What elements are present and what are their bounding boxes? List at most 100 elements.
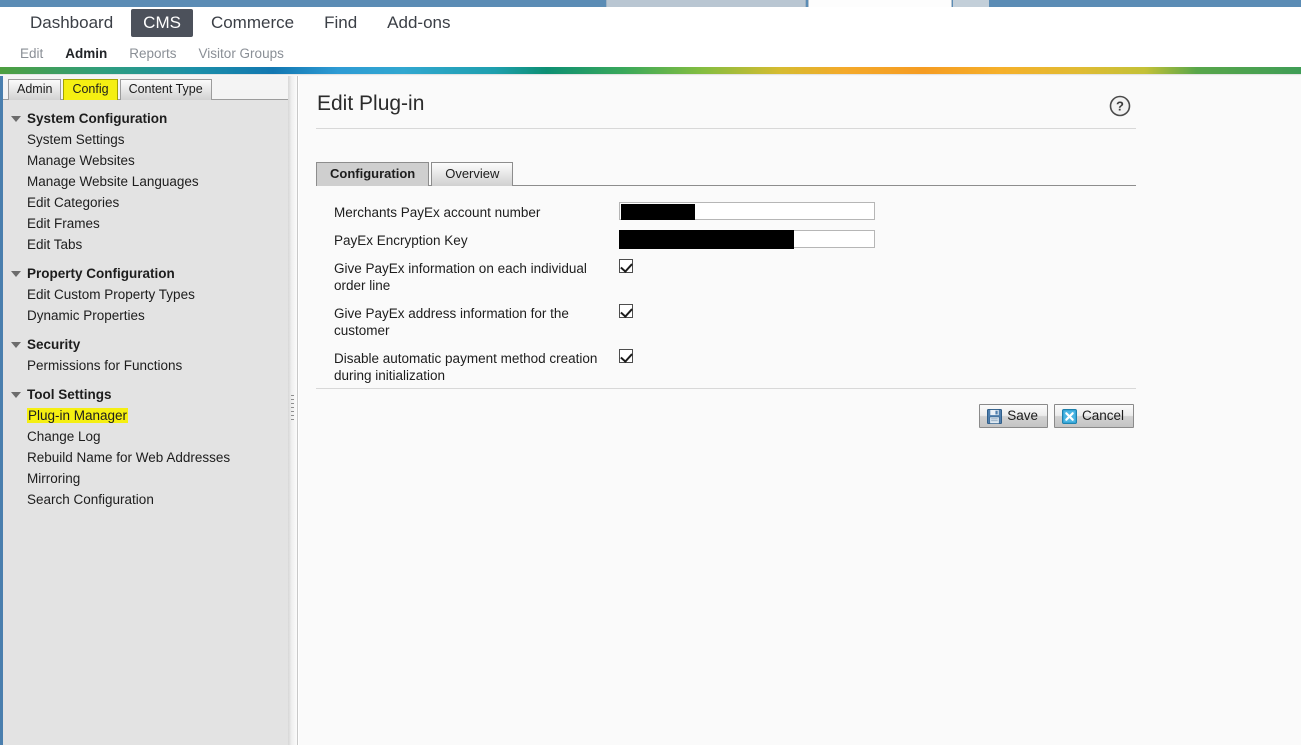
- browser-tab-active[interactable]: [808, 0, 952, 7]
- sidebar-item-edit-categories[interactable]: Edit Categories: [3, 192, 288, 213]
- help-icon[interactable]: ?: [1109, 95, 1131, 117]
- tree-group-spacer: [3, 326, 288, 334]
- sidebar-item-mirroring[interactable]: Mirroring: [3, 468, 288, 489]
- content-tab-bar: Configuration Overview: [316, 162, 1136, 186]
- browser-tab-inactive-left[interactable]: [606, 0, 806, 7]
- blue-x-icon: [1061, 408, 1077, 424]
- text-input-payex-encryption-key[interactable]: [619, 230, 875, 249]
- form-row: Disable automatic payment method creatio…: [299, 348, 1139, 384]
- sidebar-tab-admin[interactable]: Admin: [8, 79, 62, 100]
- sidebar-item-label: Edit Custom Property Types: [27, 287, 195, 302]
- checkbox-give-payex-address-information-for-the-c[interactable]: [619, 304, 633, 318]
- page-title: Edit Plug-in: [317, 92, 425, 115]
- tab-configuration[interactable]: Configuration: [316, 162, 430, 186]
- sidebar-item-plug-in-manager[interactable]: Plug-in Manager: [3, 405, 288, 426]
- sidebar-item-search-configuration[interactable]: Search Configuration: [3, 489, 288, 510]
- sidebar-item-label: Change Log: [27, 429, 101, 444]
- field-control: [619, 348, 1139, 363]
- redaction-bar: [619, 230, 794, 249]
- plugin-configuration-form: Merchants PayEx account number PayEx Encr…: [299, 202, 1139, 393]
- secondary-navigation-bar: Edit Admin Reports Visitor Groups: [0, 40, 1301, 67]
- sidebar-item-label: System Settings: [27, 132, 125, 147]
- sidebar-item-label: Edit Tabs: [27, 237, 83, 252]
- checkbox-give-payex-information-on-each-individua[interactable]: [619, 259, 633, 273]
- tree-group-tool-settings[interactable]: Tool Settings: [3, 384, 288, 405]
- sidebar-item-label: Permissions for Functions: [27, 358, 183, 373]
- splitter-grip-icon: [291, 395, 294, 423]
- topnav-item-cms[interactable]: CMS: [131, 9, 193, 37]
- sidebar-tree: System Configuration System Settings Manag…: [3, 100, 288, 510]
- tree-group-spacer: [3, 376, 288, 384]
- sidebar-item-edit-frames[interactable]: Edit Frames: [3, 213, 288, 234]
- tree-group-label: Security: [27, 337, 81, 352]
- sidebar-item-label: Rebuild Name for Web Addresses: [27, 450, 231, 465]
- sidebar-item-manage-websites[interactable]: Manage Websites: [3, 150, 288, 171]
- field-label-disable-automatic-payment-method-creatio: Disable automatic payment method creatio…: [334, 351, 598, 383]
- sidebar-item-edit-custom-property-types[interactable]: Edit Custom Property Types: [3, 284, 288, 305]
- sidebar-item-label: Manage Website Languages: [27, 174, 199, 189]
- caret-down-icon: [11, 270, 21, 277]
- field-control: [619, 258, 1139, 273]
- caret-down-icon: [11, 115, 21, 122]
- redaction-bar: [621, 204, 695, 220]
- sidebar-item-permissions-for-functions[interactable]: Permissions for Functions: [3, 355, 288, 376]
- tree-group-label: Property Configuration: [27, 266, 175, 281]
- caret-down-icon: [11, 341, 21, 348]
- form-row: PayEx Encryption Key: [299, 230, 1139, 249]
- subnav-item-visitor-groups[interactable]: Visitor Groups: [199, 46, 284, 61]
- field-label-give-payex-information-on-each-individua: Give PayEx information on each individua…: [334, 261, 587, 293]
- topnav-item-find[interactable]: Find: [312, 9, 369, 37]
- field-control: [619, 202, 1139, 220]
- sidebar-item-change-log[interactable]: Change Log: [3, 426, 288, 447]
- application-window: Dashboard CMS Commerce Find Add-ons Edit Admi…: [0, 0, 1301, 745]
- sidebar-item-edit-tabs[interactable]: Edit Tabs: [3, 234, 288, 255]
- tree-group-property-configuration[interactable]: Property Configuration: [3, 263, 288, 284]
- tree-group-spacer: [3, 255, 288, 263]
- save-button-label: Save: [1007, 408, 1038, 423]
- subnav-item-reports[interactable]: Reports: [129, 46, 176, 61]
- sidebar-item-label: Manage Websites: [27, 153, 135, 168]
- sidebar-item-system-settings[interactable]: System Settings: [3, 129, 288, 150]
- tree-group-security[interactable]: Security: [3, 334, 288, 355]
- tab-overview[interactable]: Overview: [431, 162, 514, 186]
- form-row: Give PayEx address information for the c…: [299, 303, 1139, 339]
- floppy-disk-icon: [987, 408, 1003, 424]
- sidebar-item-rebuild-name-for-web-addresses[interactable]: Rebuild Name for Web Addresses: [3, 447, 288, 468]
- main-content-panel: Edit Plug-in ? Configuration Overview Mer…: [299, 76, 1301, 745]
- tree-group-system-configuration[interactable]: System Configuration: [3, 108, 288, 129]
- checkbox-disable-automatic-payment-method-creatio[interactable]: [619, 349, 633, 363]
- tree-group-label: Tool Settings: [27, 387, 112, 402]
- cancel-button-label: Cancel: [1081, 408, 1124, 423]
- cancel-button[interactable]: Cancel: [1053, 404, 1134, 428]
- topnav-item-commerce[interactable]: Commerce: [199, 9, 306, 37]
- browser-tab-inactive-right[interactable]: [953, 0, 989, 7]
- save-button[interactable]: Save: [979, 404, 1048, 428]
- subnav-item-admin[interactable]: Admin: [65, 46, 107, 61]
- tree-group-label: System Configuration: [27, 111, 168, 126]
- panel-splitter[interactable]: [288, 76, 298, 745]
- global-navigation-bar: Dashboard CMS Commerce Find Add-ons: [0, 7, 1301, 39]
- sidebar-tab-content-type[interactable]: Content Type: [119, 79, 212, 100]
- sidebar-item-label: Edit Categories: [27, 195, 120, 210]
- field-label-payex-encryption-key: PayEx Encryption Key: [334, 233, 468, 248]
- sidebar-item-label: Search Configuration: [27, 492, 154, 507]
- form-row: Merchants PayEx account number: [299, 202, 1139, 221]
- sidebar-item-label: Dynamic Properties: [27, 308, 145, 323]
- field-label-merchants-payex-account-number: Merchants PayEx account number: [334, 205, 541, 220]
- text-input-merchants-payex-account-number[interactable]: [619, 202, 875, 220]
- sidebar-item-manage-website-languages[interactable]: Manage Website Languages: [3, 171, 288, 192]
- form-action-buttons: Save Cancel: [979, 404, 1134, 428]
- title-divider: [316, 128, 1136, 129]
- sidebar-tab-strip: Admin Config Content Type: [3, 76, 288, 100]
- subnav-item-edit[interactable]: Edit: [20, 46, 43, 61]
- topnav-item-add-ons[interactable]: Add-ons: [375, 9, 462, 37]
- caret-down-icon: [11, 391, 21, 398]
- field-label-give-payex-address-information-for-the-c: Give PayEx address information for the c…: [334, 306, 569, 338]
- form-footer-divider: [316, 388, 1136, 389]
- svg-text:?: ?: [1116, 99, 1124, 114]
- sidebar-item-dynamic-properties[interactable]: Dynamic Properties: [3, 305, 288, 326]
- topnav-item-dashboard[interactable]: Dashboard: [18, 9, 125, 37]
- left-navigation-panel: Admin Config Content Type System Configura…: [0, 76, 288, 745]
- sidebar-item-label: Edit Frames: [27, 216, 100, 231]
- sidebar-tab-config[interactable]: Config: [63, 79, 118, 100]
